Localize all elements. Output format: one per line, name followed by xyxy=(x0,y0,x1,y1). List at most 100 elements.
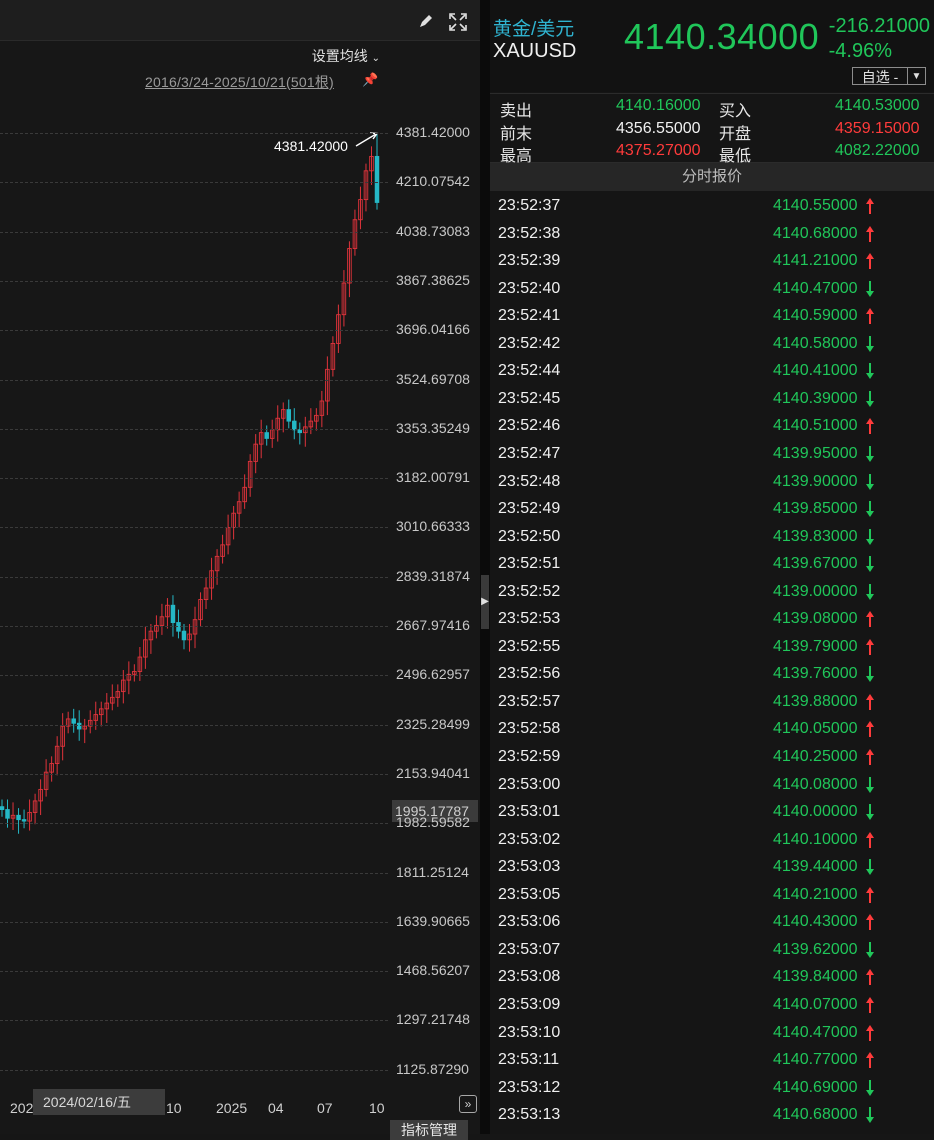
tick-row[interactable]: 23:52:37 4140.55000 xyxy=(490,194,934,222)
kline-chart-panel: 设置均线 ⌄ 2016/3/24-2025/10/21(501根) 📌 4381… xyxy=(0,0,480,1140)
tick-list-title: 分时报价 xyxy=(490,163,934,191)
x-tick-label: 10 xyxy=(369,1100,385,1116)
grid-line xyxy=(0,872,388,874)
max-price-annotation: 4381.42000 xyxy=(274,138,348,154)
grid-line xyxy=(0,182,388,184)
tick-row[interactable]: 23:53:12 4140.69000 xyxy=(490,1076,934,1104)
date-range-label[interactable]: 2016/3/24-2025/10/21(501根) xyxy=(145,72,334,92)
tick-row[interactable]: 23:53:03 4139.44000 xyxy=(490,855,934,883)
tick-price: 4140.21000 xyxy=(773,885,858,903)
y-tick-label: 3524.69708 xyxy=(396,370,470,387)
prev-close-value: 4356.55000 xyxy=(616,120,701,137)
arrow-down-icon xyxy=(866,501,874,518)
arrow-down-icon xyxy=(866,583,874,600)
tick-row[interactable]: 23:53:10 4140.47000 xyxy=(490,1021,934,1049)
quote-header: 黄金/美元 XAUUSD 4140.34000 -216.21000 -4.96… xyxy=(490,0,934,92)
arrow-up-icon xyxy=(866,611,874,628)
arrow-up-icon xyxy=(866,1024,874,1041)
tick-row[interactable]: 23:52:58 4140.05000 xyxy=(490,717,934,745)
tick-row[interactable]: 23:52:50 4139.83000 xyxy=(490,525,934,553)
tick-row[interactable]: 23:52:56 4139.76000 xyxy=(490,662,934,690)
buy-label: 买入 xyxy=(719,103,752,120)
arrow-down-icon xyxy=(866,804,874,821)
tick-row[interactable]: 23:53:07 4139.62000 xyxy=(490,938,934,966)
tick-price: 4139.67000 xyxy=(773,555,858,573)
tick-row[interactable]: 23:52:39 4141.21000 xyxy=(490,249,934,277)
tick-time: 23:52:50 xyxy=(498,527,561,545)
chevron-down-icon: ⌄ xyxy=(371,53,380,64)
arrow-down-icon xyxy=(866,390,874,407)
indicator-manage-button[interactable]: 指标管理 xyxy=(390,1120,468,1140)
crosshair-date-tooltip: 2024/02/16/五 xyxy=(33,1089,165,1115)
ma-setting-dropdown[interactable]: 设置均线 ⌄ xyxy=(312,46,380,66)
grid-line xyxy=(0,133,388,134)
tick-row[interactable]: 23:52:49 4139.85000 xyxy=(490,497,934,525)
tick-price: 4139.00000 xyxy=(773,582,858,600)
tick-row[interactable]: 23:52:51 4139.67000 xyxy=(490,552,934,580)
tick-row[interactable]: 23:52:52 4139.00000 xyxy=(490,580,934,608)
pencil-icon[interactable] xyxy=(416,12,436,32)
buy-value: 4140.53000 xyxy=(835,97,920,114)
tick-price: 4140.69000 xyxy=(773,1078,858,1096)
grid-line xyxy=(0,724,388,726)
tick-row[interactable]: 23:53:13 4140.68000 xyxy=(490,1103,934,1131)
tick-time: 23:53:02 xyxy=(498,830,561,848)
tick-price: 4140.47000 xyxy=(773,279,858,297)
tick-row[interactable]: 23:52:47 4139.95000 xyxy=(490,442,934,470)
tick-row[interactable]: 23:53:11 4140.77000 xyxy=(490,1048,934,1076)
tick-row[interactable]: 23:53:06 4140.43000 xyxy=(490,910,934,938)
expand-icon[interactable] xyxy=(448,12,468,32)
collapse-handle[interactable]: ▶ xyxy=(481,575,489,629)
arrow-up-icon xyxy=(866,996,874,1013)
tick-row[interactable]: 23:52:57 4139.88000 xyxy=(490,690,934,718)
tick-price: 4140.68000 xyxy=(773,224,858,242)
tick-row[interactable]: 23:52:38 4140.68000 xyxy=(490,222,934,250)
tick-time: 23:52:45 xyxy=(498,389,561,407)
arrow-up-icon xyxy=(866,693,874,710)
tick-price: 4140.47000 xyxy=(773,1023,858,1041)
candlestick-plot[interactable] xyxy=(0,95,390,995)
tick-row[interactable]: 23:52:59 4140.25000 xyxy=(490,745,934,773)
tick-row[interactable]: 23:52:42 4140.58000 xyxy=(490,332,934,360)
watchlist-button[interactable]: 自选 - xyxy=(852,67,908,85)
tick-row[interactable]: 23:52:46 4140.51000 xyxy=(490,414,934,442)
y-tick-label: 4381.42000 xyxy=(396,124,470,140)
tick-row[interactable]: 23:53:02 4140.10000 xyxy=(490,828,934,856)
tick-time: 23:52:38 xyxy=(498,224,561,242)
arrow-up-icon xyxy=(866,253,874,270)
tick-row[interactable]: 23:52:41 4140.59000 xyxy=(490,304,934,332)
tick-row[interactable]: 23:53:09 4140.07000 xyxy=(490,993,934,1021)
tick-row[interactable]: 23:52:48 4139.90000 xyxy=(490,470,934,498)
tick-row[interactable]: 23:53:01 4140.00000 xyxy=(490,800,934,828)
arrow-up-icon xyxy=(866,308,874,325)
tick-time: 23:53:09 xyxy=(498,995,561,1013)
tick-row[interactable]: 23:53:08 4139.84000 xyxy=(490,965,934,993)
tick-row[interactable]: 23:52:40 4140.47000 xyxy=(490,277,934,305)
tick-row[interactable]: 23:52:53 4139.08000 xyxy=(490,607,934,635)
scroll-right-button[interactable]: » xyxy=(459,1095,477,1113)
grid-line xyxy=(0,971,388,973)
tick-row[interactable]: 23:53:05 4140.21000 xyxy=(490,883,934,911)
tick-row[interactable]: 23:52:55 4139.79000 xyxy=(490,635,934,663)
high-value: 4375.27000 xyxy=(616,142,701,159)
symbol-name: 黄金/美元 xyxy=(493,19,575,40)
prev-close-label: 前末 xyxy=(500,126,533,143)
x-tick-label: 07 xyxy=(317,1100,333,1116)
symbol-code: XAUUSD xyxy=(493,40,577,62)
tick-price: 4140.59000 xyxy=(773,307,858,325)
tick-price: 4139.83000 xyxy=(773,527,858,545)
tick-row[interactable]: 23:52:45 4140.39000 xyxy=(490,387,934,415)
grid-line xyxy=(0,379,388,381)
tick-row[interactable]: 23:52:44 4140.41000 xyxy=(490,359,934,387)
grid-line xyxy=(0,576,388,578)
pane-splitter[interactable] xyxy=(480,0,490,1134)
x-tick-label: 10 xyxy=(166,1100,182,1116)
grid-line xyxy=(0,1069,388,1071)
pin-icon[interactable]: 📌 xyxy=(362,72,378,88)
y-tick-label: 3867.38625 xyxy=(396,271,470,288)
arrow-down-icon xyxy=(866,363,874,380)
watchlist-dropdown-icon[interactable]: ▼ xyxy=(908,67,926,85)
tick-time: 23:52:44 xyxy=(498,362,561,380)
tick-price: 4139.84000 xyxy=(773,968,858,986)
tick-row[interactable]: 23:53:00 4140.08000 xyxy=(490,773,934,801)
